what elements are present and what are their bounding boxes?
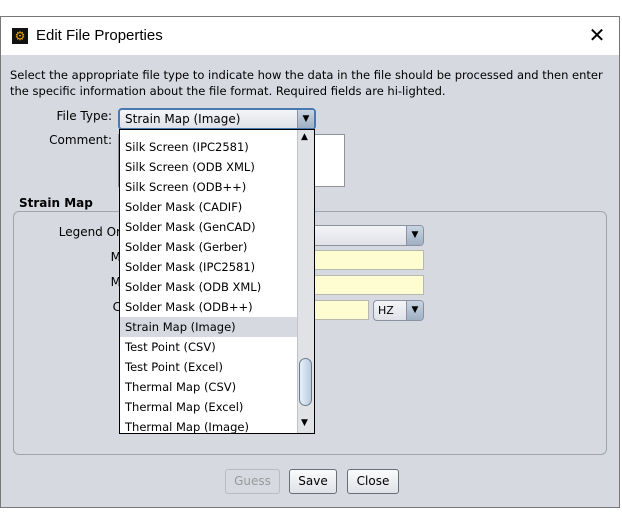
chevron-down-icon[interactable]: ▼ <box>406 226 423 245</box>
legend-label: Legend Or <box>58 225 121 239</box>
file-type-value: Strain Map (Image) <box>125 112 241 126</box>
scroll-down-icon[interactable]: ▼ <box>301 418 308 428</box>
unit-select[interactable]: HZ ▼ <box>373 300 424 321</box>
dropdown-option[interactable]: Strain Map (Image) <box>125 317 236 337</box>
dialog-title: Edit File Properties <box>36 27 163 44</box>
file-type-dropdown-list: Silk Screen (IPC2581) Silk Screen (ODB XM… <box>119 129 315 434</box>
group-title: Strain Map <box>19 196 93 210</box>
dropdown-option[interactable]: Solder Mask (ODB XML) <box>125 277 261 297</box>
file-type-label: File Type: <box>56 109 113 123</box>
dropdown-option[interactable]: Silk Screen (ODB++) <box>125 177 246 197</box>
file-type-select[interactable]: Strain Map (Image) ▼ <box>118 108 316 130</box>
dropdown-option[interactable]: Solder Mask (Gerber) <box>125 237 247 257</box>
edit-file-properties-dialog: ⚙ Edit File Properties ✕ Select the appr… <box>0 16 620 508</box>
close-icon[interactable]: ✕ <box>585 23 609 47</box>
chevron-down-icon[interactable]: ▼ <box>406 301 423 320</box>
dropdown-option[interactable]: Test Point (CSV) <box>125 337 216 357</box>
dropdown-option[interactable]: Solder Mask (CADIF) <box>125 197 242 217</box>
dropdown-option[interactable]: Silk Screen (ODB XML) <box>125 157 255 177</box>
title-bar: ⚙ Edit File Properties ✕ <box>1 17 619 55</box>
field-2-label: M <box>110 275 121 289</box>
dropdown-option[interactable]: Thermal Map (CSV) <box>125 377 236 397</box>
dropdown-option[interactable]: Thermal Map (Excel) <box>125 397 243 417</box>
gears-icon: ⚙ <box>12 28 28 44</box>
dropdown-option[interactable]: Test Point (Excel) <box>125 357 223 377</box>
field-1-label: M <box>110 250 121 264</box>
chevron-down-icon[interactable]: ▼ <box>297 110 314 128</box>
field-3-label: C <box>112 300 121 314</box>
unit-value: HZ <box>378 304 394 317</box>
instructions: Select the appropriate file type to indi… <box>10 68 603 98</box>
close-button[interactable]: Close <box>347 469 399 494</box>
scrollbar-thumb[interactable] <box>299 358 312 406</box>
dropdown-option[interactable]: Solder Mask (ODB++) <box>125 297 253 317</box>
scroll-up-icon[interactable]: ▲ <box>301 132 308 142</box>
dropdown-option[interactable]: Silk Screen (IPC2581) <box>125 137 249 157</box>
guess-button[interactable]: Guess <box>225 469 280 494</box>
scrollbar[interactable]: ▲ ▼ <box>297 130 314 433</box>
dropdown-option[interactable]: Solder Mask (GenCAD) <box>125 217 256 237</box>
save-button[interactable]: Save <box>289 469 337 494</box>
comment-label: Comment: <box>49 133 112 147</box>
dropdown-option[interactable]: Solder Mask (IPC2581) <box>125 257 255 277</box>
dropdown-option[interactable]: Thermal Map (Image) <box>125 417 249 433</box>
